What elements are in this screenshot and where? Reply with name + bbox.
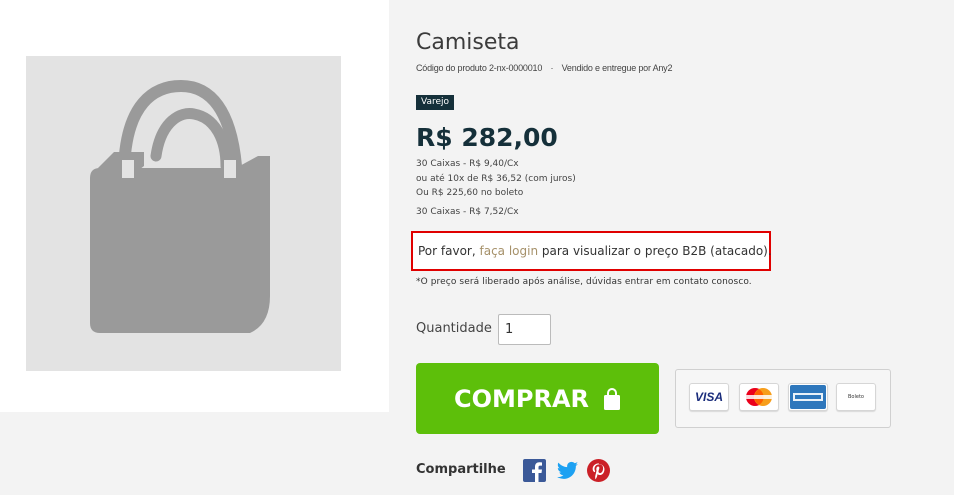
buy-button[interactable]: COMPRAR — [416, 363, 659, 434]
b2b-login-notice: Por favor, faça login para visualizar o … — [411, 231, 772, 271]
seller-name: Any2 — [652, 63, 673, 73]
product-title: Camiseta — [416, 30, 520, 55]
product-code-label: Código do produto — [416, 63, 487, 73]
price-detail-line: Ou R$ 225,60 no boleto — [416, 188, 524, 198]
amex-icon — [788, 383, 828, 411]
quantity-label: Quantidade — [416, 321, 492, 336]
share-label: Compartilhe — [416, 462, 506, 477]
retail-badge: Varejo — [416, 95, 455, 110]
login-notice-text: Por favor, — [418, 244, 480, 258]
shopping-bag-icon — [604, 387, 621, 410]
payment-methods: VISA Boleto — [675, 369, 891, 428]
price-details: 30 Caixas - R$ 9,40/Cx ou até 10x de R$ … — [416, 157, 576, 219]
product-image-panel — [0, 0, 389, 412]
product-code: 2-nx-0000010 — [488, 63, 543, 73]
buy-button-label: COMPRAR — [453, 384, 590, 413]
twitter-icon[interactable] — [556, 459, 579, 482]
login-notice-text: para visualizar o preço B2B (atacado). — [538, 244, 772, 258]
product-price: R$ 282,00 — [416, 123, 558, 152]
price-detail-line: 30 Caixas - R$ 9,40/Cx — [416, 159, 519, 169]
boleto-icon: Boleto — [836, 383, 876, 411]
quantity-input[interactable] — [498, 314, 551, 345]
login-link[interactable]: faça login — [479, 244, 538, 258]
shopping-bag-icon — [90, 79, 270, 333]
mastercard-icon — [739, 383, 779, 411]
product-meta: Código do produto 2-nx-0000010 · Vendido… — [416, 63, 673, 73]
facebook-icon[interactable] — [523, 459, 546, 482]
seller-label: Vendido e entregue por — [561, 63, 651, 73]
price-detail-line: 30 Caixas - R$ 7,52/Cx — [416, 206, 519, 217]
product-image-placeholder — [26, 56, 341, 371]
pinterest-icon[interactable] — [587, 459, 610, 482]
price-release-note: *O preço será liberado após análise, dúv… — [416, 277, 752, 287]
price-detail-line: ou até 10x de R$ 36,52 (com juros) — [416, 173, 576, 184]
visa-card-icon: VISA — [689, 383, 729, 411]
